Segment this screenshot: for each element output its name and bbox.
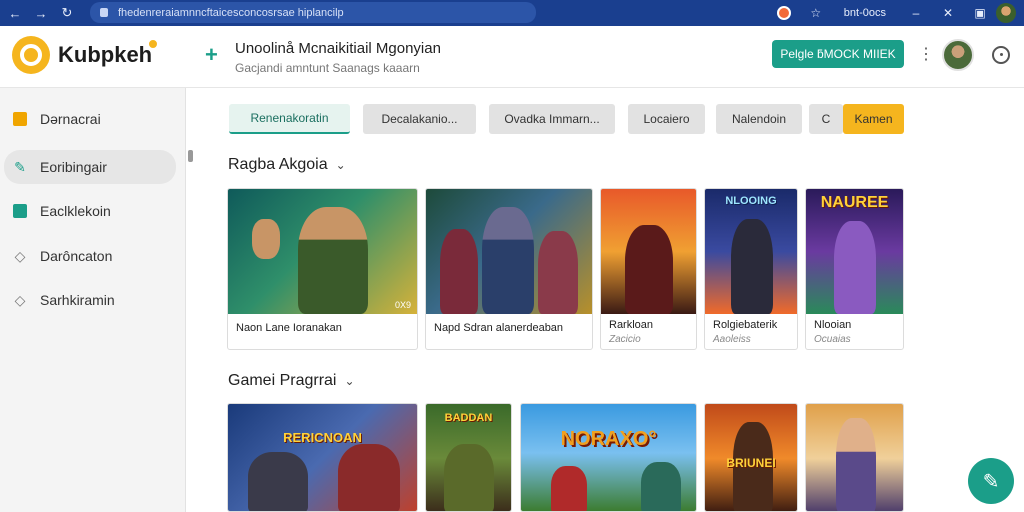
notification-dot-icon (147, 38, 159, 50)
section-title[interactable]: Ragba Akgoia ⌄ (228, 156, 346, 174)
game-cover-image: BADDAN (426, 404, 511, 511)
filter-chip[interactable]: Decalakanio... (363, 104, 476, 134)
cover-title: NAUREE (820, 194, 889, 211)
sidebar: Dərnacrai ✎ Eoribingair Eaclklekoin ◇ Da… (0, 88, 186, 512)
minimize-icon[interactable]: – (906, 3, 926, 23)
sidebar-item-4[interactable]: ◇ Darôncaton (4, 239, 176, 273)
user-avatar[interactable] (942, 39, 974, 71)
tag-icon: ◇ (14, 247, 26, 264)
card-subtitle: Aaoleiss (713, 334, 751, 345)
game-card[interactable]: 0X9 Naon Lane Ioranakan (227, 188, 418, 350)
card-title: Nlooian (814, 319, 852, 331)
game-card[interactable]: BADDAN (425, 403, 512, 512)
card-title: Rarkloan (609, 319, 654, 331)
page-subtitle: Gacjandi amntunt Saanags kaaarn (235, 61, 420, 75)
brand-name: Kubpkeh (58, 42, 153, 67)
game-cover-image: NORAXO° (521, 404, 696, 511)
main-content: Renenakoratin Decalakanio... Ovadka Imma… (205, 88, 925, 512)
card-subtitle: Ocuaias (814, 334, 851, 345)
sidebar-item-label: Eaclklekoin (40, 203, 111, 219)
edit-icon: ✎ (982, 470, 1000, 493)
filter-chip[interactable]: Renenakoratin (229, 104, 350, 134)
game-cover-image: BRIUNEI (705, 404, 797, 511)
profile-avatar[interactable] (996, 3, 1016, 23)
primary-action-button[interactable]: Pelgle ƃMOCK MIIEK (772, 40, 904, 68)
card-subtitle: Zacicio (609, 334, 641, 345)
address-bar[interactable]: fhedenreraiamnncftaicesconcosrsae hiplan… (90, 2, 536, 23)
game-card[interactable]: NLOOING Rolgiebaterik Aaoleiss (704, 188, 798, 350)
filter-chip[interactable]: Locaiero (628, 104, 705, 134)
cover-title: NORAXO° (560, 428, 657, 450)
sidebar-scrollbar[interactable] (188, 150, 193, 162)
game-cover-image: 0X9 (228, 189, 417, 314)
edit-icon: ✎ (14, 158, 26, 175)
section-title[interactable]: Gamei Pragrrai ⌄ (228, 372, 355, 390)
game-card[interactable]: Napd Sdran alanerdeaban (425, 188, 593, 350)
game-card[interactable] (805, 403, 904, 512)
filter-chip[interactable]: Kamen (843, 104, 904, 134)
back-icon[interactable]: ← (4, 2, 26, 24)
sidebar-item-label: Eoribingair (40, 159, 107, 175)
reload-icon[interactable]: ↻ (56, 2, 78, 24)
sidebar-item-label: Darôncaton (40, 248, 113, 264)
game-cover-image (601, 189, 696, 314)
card-title: Rolgiebaterik (713, 319, 778, 331)
camera-icon[interactable]: ▣ (970, 3, 990, 23)
app-header: Kubpkeh + Unoolinå Mcnaikitiail Mgonyian… (0, 26, 1024, 88)
toolbar-label: bnt-0ocs (843, 7, 886, 19)
game-cover-image: NAUREE (806, 189, 903, 314)
cover-title: NLOOING (725, 195, 777, 207)
card-badge: 0X9 (394, 300, 411, 310)
game-card[interactable]: NAUREE Nlooian Ocuaias (805, 188, 904, 350)
history-icon[interactable] (992, 46, 1010, 64)
filter-chip[interactable]: C (809, 104, 843, 134)
sidebar-item-label: Dərnacrai (40, 111, 101, 127)
sidebar-item-5[interactable]: ◇ Sarhkiramin (4, 283, 176, 317)
filter-chip[interactable]: Ovadka Immarn... (489, 104, 615, 134)
game-card[interactable]: NORAXO° (520, 403, 697, 512)
cover-title: RERICNOAN (283, 430, 362, 445)
card-title: Naon Lane Ioranakan (236, 322, 342, 334)
sidebar-item-label: Sarhkiramin (40, 292, 115, 308)
sidebar-item-3[interactable]: Eaclklekoin (4, 194, 176, 228)
game-cover-image: NLOOING (705, 189, 797, 314)
chevron-down-icon[interactable]: ⌄ (336, 158, 346, 172)
game-cover-image (426, 189, 592, 314)
extension-icon[interactable] (774, 3, 794, 23)
page-title: Unoolinå Mcnaikitiail Mgonyian (235, 40, 441, 57)
game-card[interactable]: RERICNOAN (227, 403, 418, 512)
add-icon[interactable]: + (205, 42, 218, 68)
brand-logo-icon[interactable] (12, 36, 50, 74)
game-card[interactable]: Rarkloan Zacicio (600, 188, 697, 350)
folder-icon (12, 111, 28, 127)
cover-title: BADDAN (444, 412, 493, 424)
tag-icon: ◇ (14, 291, 26, 308)
sidebar-item-1[interactable]: Dərnacrai (4, 102, 176, 136)
cover-title: BRIUNEI (726, 456, 776, 470)
more-options-icon[interactable]: ⋮ (918, 44, 934, 64)
game-cover-image: RERICNOAN (228, 404, 417, 511)
checkbox-icon (12, 203, 28, 219)
address-url: fhedenreraiamnncftaicesconcosrsae hiplan… (118, 6, 344, 19)
card-title: Napd Sdran alanerdeaban (434, 322, 564, 334)
game-cover-image (806, 404, 903, 511)
compose-fab-button[interactable]: ✎ (968, 458, 1014, 504)
star-icon[interactable]: ☆ (806, 3, 826, 23)
forward-icon[interactable]: → (30, 2, 52, 24)
close-icon[interactable]: ✕ (938, 3, 958, 23)
sidebar-item-2[interactable]: ✎ Eoribingair (4, 150, 176, 184)
filter-chip[interactable]: Nalendoin (716, 104, 802, 134)
chevron-down-icon[interactable]: ⌄ (344, 374, 354, 388)
game-card[interactable]: BRIUNEI (704, 403, 798, 512)
lock-icon (100, 8, 108, 17)
browser-toolbar: ← → ↻ fhedenreraiamnncftaicesconcosrsae … (0, 0, 1024, 26)
